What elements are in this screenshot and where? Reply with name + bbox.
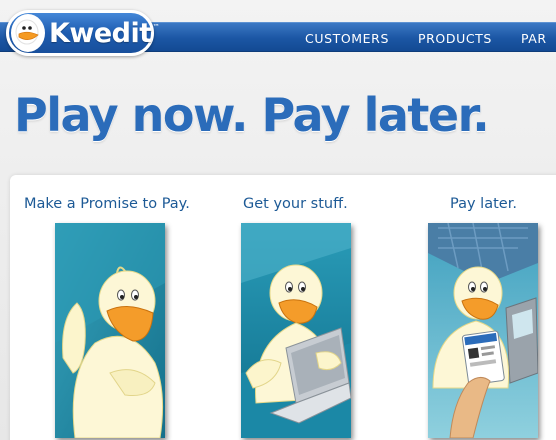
step-2-title: Get your stuff. [243,196,348,212]
brand-name: Kwedit [49,17,152,49]
step-2-illustration [241,223,351,438]
step-3-illustration [428,223,538,438]
step-3-title: Pay later. [450,196,517,212]
step-1-title: Make a Promise to Pay. [24,196,190,212]
nav-item-customers[interactable]: CUSTOMERS [305,31,389,46]
duck-logo-icon [11,14,45,52]
nav-item-products[interactable]: PRODUCTS [418,31,492,46]
trademark-mark: ™ [152,23,160,31]
steps-panel: Make a Promise to Pay. Get your stuff. P… [10,175,556,440]
nav-item-partners[interactable]: PAR [521,31,547,46]
kwedit-logo[interactable]: Kwedit ™ [6,10,160,56]
hero-headline: Play now. Pay later. [14,88,490,142]
step-1-illustration [55,223,165,438]
main-nav: CUSTOMERS PRODUCTS PAR [305,23,556,53]
